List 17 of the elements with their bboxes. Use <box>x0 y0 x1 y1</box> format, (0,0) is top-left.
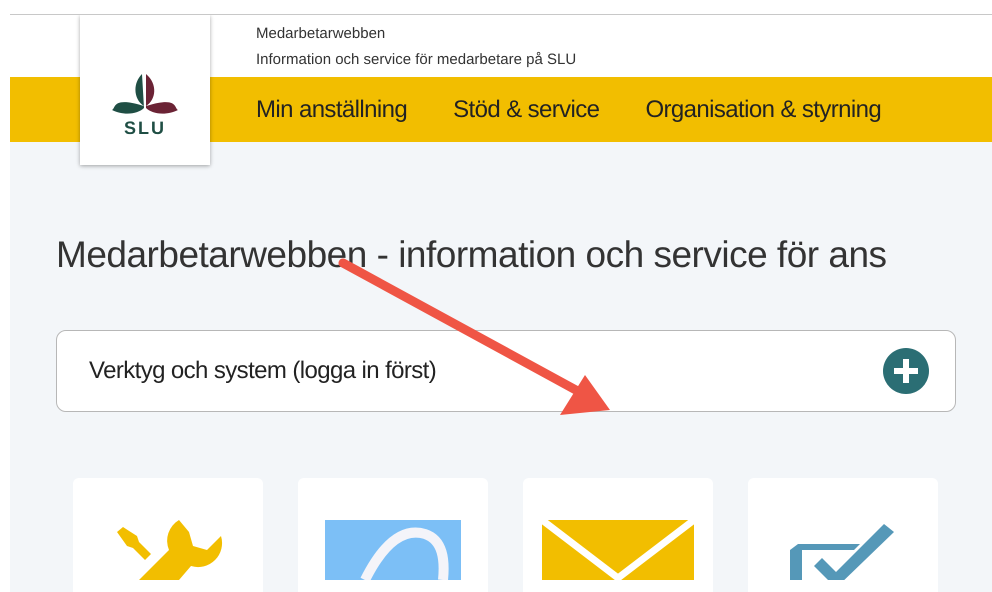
envelope-icon <box>542 520 694 580</box>
shortcut-card[interactable] <box>523 478 713 592</box>
site-subtitle: Information och service för medarbetare på SLU <box>256 51 578 69</box>
nav-link[interactable]: Stöd & service <box>453 96 600 124</box>
page-heading: Medarbetarwebben - information och service för ans <box>56 234 888 276</box>
site-title: Medarbetarwebben <box>256 25 386 43</box>
shortcut-card[interactable] <box>73 478 263 592</box>
app-icon <box>325 520 461 580</box>
leaf-logo-icon <box>112 72 178 116</box>
nav-link[interactable]: Organisation & styrning <box>645 96 882 124</box>
logo-text: SLU <box>124 118 166 139</box>
logo-card[interactable]: SLU <box>80 15 210 165</box>
shortcut-card[interactable] <box>298 478 488 592</box>
plus-circle-icon <box>883 348 929 394</box>
nav-link[interactable]: Min anställning <box>256 96 408 124</box>
shortcut-card[interactable] <box>748 478 938 592</box>
accordion-header[interactable]: Verktyg och system (logga in först) <box>56 330 956 412</box>
